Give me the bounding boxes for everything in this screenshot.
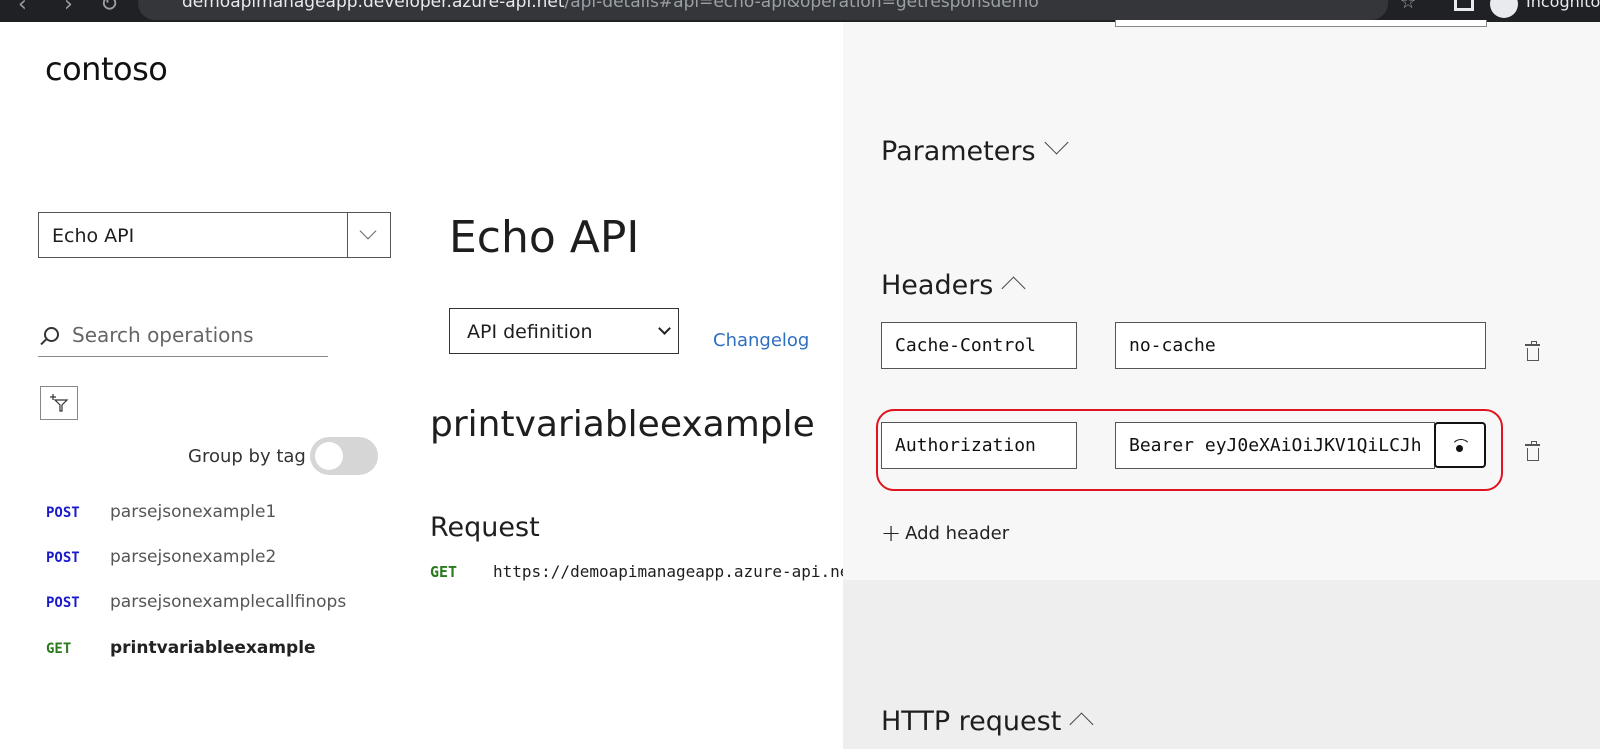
- request-url: https://demoapimanageapp.azure-api.net/e…: [493, 562, 843, 581]
- incognito-icon: [1490, 0, 1518, 18]
- contoso-logo[interactable]: contoso: [45, 50, 168, 88]
- trash-icon[interactable]: [1525, 441, 1540, 461]
- group-by-tag-toggle[interactable]: [310, 437, 378, 475]
- search-operations: [38, 318, 328, 357]
- browser-toolbar: ‹ › ↻ demoapimanageapp.developer.azure-a…: [0, 0, 1600, 22]
- changelog-link[interactable]: Changelog: [713, 330, 809, 351]
- http-request-heading: HTTP request: [881, 706, 1062, 737]
- extensions-icon[interactable]: [1454, 0, 1474, 11]
- api-definition-select[interactable]: API definition: [449, 308, 679, 354]
- api-title: Echo API: [449, 212, 640, 263]
- operation-name: parsejsonexample1: [110, 502, 277, 522]
- api-selector[interactable]: Echo API: [38, 212, 391, 258]
- http-request-section-toggle[interactable]: HTTP request: [881, 706, 1094, 737]
- operation-item[interactable]: POST parsejsonexample1: [46, 502, 276, 522]
- api-selector-value: Echo API: [52, 225, 135, 247]
- incognito-label: Incognito: [1526, 0, 1600, 11]
- search-icon: [44, 327, 59, 342]
- operation-title: printvariableexample: [430, 404, 815, 445]
- bookmark-star-icon[interactable]: ☆: [1400, 0, 1416, 13]
- chevron-up-icon: [1069, 712, 1094, 737]
- trash-icon[interactable]: [1525, 341, 1540, 361]
- parameters-section-toggle[interactable]: Parameters: [881, 130, 1069, 167]
- chevron-down-icon: [658, 322, 671, 335]
- reload-icon[interactable]: ↻: [100, 0, 118, 17]
- tag-filter-button[interactable]: [40, 386, 78, 420]
- headers-heading: Headers: [881, 270, 994, 301]
- request-heading: Request: [430, 512, 540, 543]
- operation-item[interactable]: POST parsejsonexample2: [46, 547, 276, 567]
- operation-name: parsejsonexamplecallfinops: [110, 592, 347, 612]
- authorization-highlight: [876, 409, 1503, 491]
- toggle-knob: [315, 442, 343, 470]
- api-definition-value: API definition: [467, 321, 593, 343]
- chevron-down-icon[interactable]: [359, 222, 377, 240]
- input-field[interactable]: [1115, 20, 1487, 27]
- headers-section-toggle[interactable]: Headers: [881, 270, 1026, 301]
- operation-item[interactable]: POST parsejsonexamplecallfinops: [46, 592, 346, 612]
- operation-name: parsejsonexample2: [110, 547, 277, 567]
- operation-name: printvariableexample: [110, 638, 316, 658]
- filter-icon: [50, 394, 69, 412]
- url-text[interactable]: demoapimanageapp.developer.azure-api.net…: [182, 0, 1039, 12]
- header-value-input[interactable]: [1115, 322, 1486, 369]
- method-badge: GET: [46, 641, 72, 657]
- method-badge: POST: [46, 595, 80, 611]
- add-header-label: Add header: [905, 523, 1010, 544]
- method-badge: POST: [46, 550, 80, 566]
- header-name-input[interactable]: [881, 322, 1077, 369]
- chevron-up-icon: [1001, 276, 1026, 301]
- api-selector-divider: [347, 213, 348, 257]
- operation-item-active[interactable]: GET printvariableexample: [46, 638, 316, 658]
- search-input[interactable]: [70, 322, 324, 348]
- forward-icon[interactable]: ›: [64, 0, 73, 17]
- back-icon[interactable]: ‹: [18, 0, 27, 17]
- method-badge: POST: [46, 505, 80, 521]
- group-by-tag-label: Group by tag: [188, 446, 306, 467]
- parameters-heading: Parameters: [881, 136, 1036, 167]
- request-method: GET: [430, 563, 458, 581]
- add-header-button[interactable]: + Add header: [881, 517, 1010, 547]
- plus-icon: +: [881, 519, 902, 547]
